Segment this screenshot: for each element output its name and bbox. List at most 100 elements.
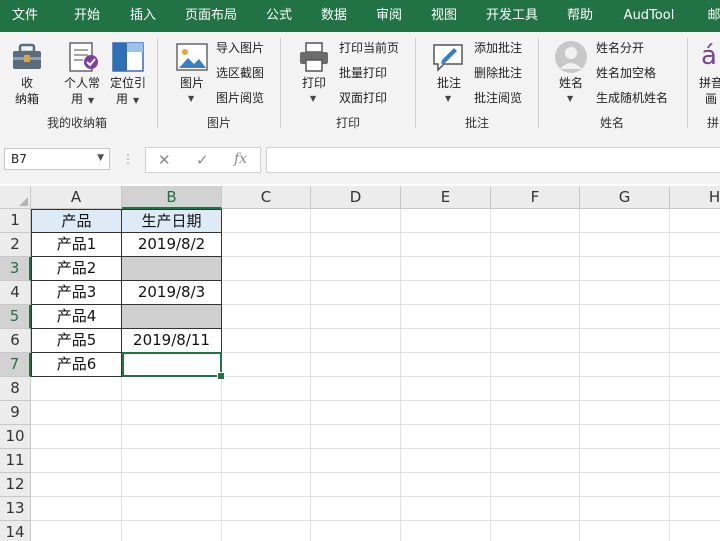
empty-cell[interactable] [122,521,222,541]
comment-view-button[interactable]: 批注阅览 [474,91,522,105]
empty-cell[interactable] [122,377,222,401]
empty-cell[interactable] [491,425,580,449]
name-box[interactable]: B7 ▼ [4,148,110,170]
empty-cell[interactable] [580,377,670,401]
empty-cell[interactable] [491,209,580,233]
print-current-page-button[interactable]: 打印当前页 [339,41,399,55]
empty-cell[interactable] [580,281,670,305]
empty-cell[interactable] [401,497,491,521]
empty-cell[interactable] [580,305,670,329]
empty-cell[interactable] [311,425,401,449]
empty-cell[interactable] [401,449,491,473]
empty-cell[interactable] [580,449,670,473]
batch-print-button[interactable]: 批量打印 [339,66,387,80]
empty-cell[interactable] [491,305,580,329]
empty-cell[interactable] [580,353,670,377]
picture-view-button[interactable]: 图片阅览 [216,91,264,105]
row-header-8[interactable]: 8 [0,377,31,401]
column-header-f[interactable]: F [491,186,580,209]
empty-cell[interactable] [670,425,720,449]
row-header-6[interactable]: 6 [0,329,31,353]
empty-cell[interactable] [222,233,311,257]
empty-cell[interactable] [401,209,491,233]
cell-a7[interactable]: 产品6 [31,353,122,377]
empty-cell[interactable] [670,257,720,281]
empty-cell[interactable] [222,425,311,449]
empty-cell[interactable] [122,449,222,473]
duplex-print-button[interactable]: 双面打印 [339,91,387,105]
empty-cell[interactable] [670,401,720,425]
empty-cell[interactable] [222,257,311,281]
cell-a4[interactable]: 产品3 [31,281,122,305]
empty-cell[interactable] [491,401,580,425]
empty-cell[interactable] [670,329,720,353]
empty-cell[interactable] [491,377,580,401]
empty-cell[interactable] [670,209,720,233]
tab-mail[interactable]: 邮 [707,0,720,32]
empty-cell[interactable] [222,329,311,353]
empty-cell[interactable] [311,401,401,425]
row-header-7[interactable]: 7 [0,353,31,377]
tab-developer[interactable]: 开发工具 [486,0,538,32]
empty-cell[interactable] [491,449,580,473]
tab-review[interactable]: 审阅 [376,0,402,32]
empty-cell[interactable] [401,473,491,497]
empty-cell[interactable] [580,329,670,353]
empty-cell[interactable] [222,449,311,473]
tab-view[interactable]: 视图 [431,0,457,32]
import-picture-button[interactable]: 导入图片 [216,41,264,55]
chevron-down-icon[interactable]: ▼ [97,153,104,163]
formula-input[interactable] [266,147,720,173]
empty-cell[interactable] [222,281,311,305]
cell-b4[interactable]: 2019/8/3 [122,281,222,305]
empty-cell[interactable] [222,401,311,425]
empty-cell[interactable] [31,449,122,473]
row-header-14[interactable]: 14 [0,521,31,541]
empty-cell[interactable] [31,521,122,541]
empty-cell[interactable] [670,473,720,497]
enter-icon[interactable]: ✓ [196,151,209,169]
empty-cell[interactable] [580,233,670,257]
row-header-12[interactable]: 12 [0,473,31,497]
empty-cell[interactable] [401,305,491,329]
empty-cell[interactable] [491,497,580,521]
cell-a3[interactable]: 产品2 [31,257,122,281]
cell-b2[interactable]: 2019/8/2 [122,233,222,257]
add-comment-button[interactable]: 添加批注 [474,41,522,55]
cell-b6[interactable]: 2019/8/11 [122,329,222,353]
column-header-e[interactable]: E [401,186,491,209]
empty-cell[interactable] [222,497,311,521]
empty-cell[interactable] [311,497,401,521]
empty-cell[interactable] [31,425,122,449]
empty-cell[interactable] [401,281,491,305]
empty-cell[interactable] [311,353,401,377]
tab-page-layout[interactable]: 页面布局 [185,0,237,32]
cell-a6[interactable]: 产品5 [31,329,122,353]
more-dots-icon[interactable]: ⋮ [122,152,134,166]
empty-cell[interactable] [580,257,670,281]
empty-cell[interactable] [670,233,720,257]
row-header-5[interactable]: 5 [0,305,31,329]
column-header-c[interactable]: C [222,186,311,209]
tab-insert[interactable]: 插入 [130,0,156,32]
empty-cell[interactable] [670,497,720,521]
column-header-a[interactable]: A [31,186,122,209]
row-header-11[interactable]: 11 [0,449,31,473]
empty-cell[interactable] [491,233,580,257]
tab-data[interactable]: 数据 [321,0,347,32]
empty-cell[interactable] [401,377,491,401]
row-header-13[interactable]: 13 [0,497,31,521]
column-header-h[interactable]: H [670,186,720,209]
empty-cell[interactable] [670,449,720,473]
empty-cell[interactable] [580,209,670,233]
empty-cell[interactable] [401,233,491,257]
column-header-b[interactable]: B [122,186,222,209]
empty-cell[interactable] [401,401,491,425]
empty-cell[interactable] [401,521,491,541]
empty-cell[interactable] [31,377,122,401]
empty-cell[interactable] [222,209,311,233]
empty-cell[interactable] [31,497,122,521]
empty-cell[interactable] [31,401,122,425]
row-header-9[interactable]: 9 [0,401,31,425]
insert-function-icon[interactable]: fx [234,151,247,167]
